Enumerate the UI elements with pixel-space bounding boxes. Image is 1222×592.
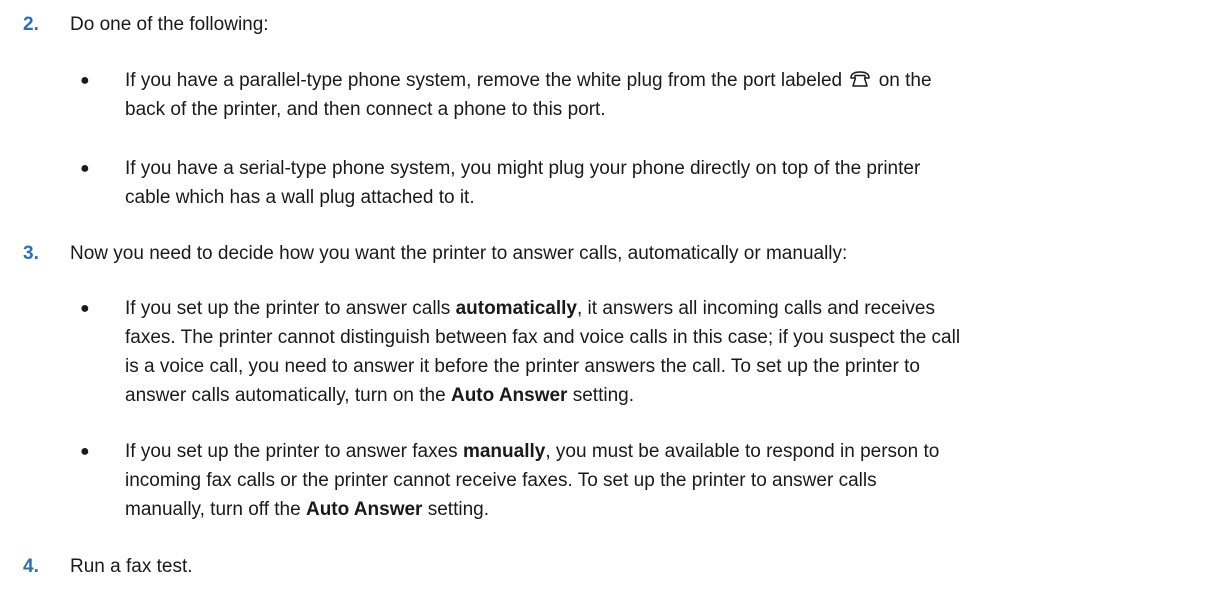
- step-text: Now you need to decide how you want the …: [70, 243, 848, 264]
- bullet-text-segment: If you set up the printer to answer faxe…: [125, 441, 458, 462]
- bullet-line: If you have a parallel-type phone system…: [125, 66, 1205, 95]
- bullet-text-segment: If you have a parallel-type phone system…: [125, 70, 843, 91]
- step-number: 3.: [23, 243, 39, 264]
- bullet-text-segment: If you set up the printer to answer call…: [125, 298, 451, 319]
- step-text: Run a fax test.: [70, 556, 193, 577]
- bullet-icon: ●: [80, 72, 90, 89]
- bullet-text-segment: answer calls automatically, turn on the: [125, 385, 446, 406]
- emphasis-manually: manually: [462, 441, 546, 462]
- bullet-text-segment: setting.: [427, 499, 489, 520]
- setting-name-auto-answer: Auto Answer: [305, 499, 423, 520]
- bullet-line: is a voice call, you need to answer it b…: [125, 356, 920, 377]
- bullet-line: back of the printer, and then connect a …: [125, 99, 606, 120]
- bullet-text-segment: setting.: [572, 385, 634, 406]
- bullet-icon: ●: [80, 160, 90, 177]
- bullet-line: faxes. The printer cannot distinguish be…: [125, 327, 961, 348]
- bullet-line: If you set up the printer to answer call…: [125, 294, 1205, 323]
- bullet-line: cable which has a wall plug attached to …: [125, 187, 475, 208]
- step-text: Do one of the following:: [70, 14, 269, 35]
- bullet-text-segment: manually, turn off the: [125, 499, 301, 520]
- telephone-icon: [850, 71, 871, 87]
- bullet-line: answer calls automatically, turn on the …: [125, 381, 1205, 410]
- step-number: 4.: [23, 556, 39, 577]
- setting-name-auto-answer: Auto Answer: [450, 385, 568, 406]
- bullet-line: manually, turn off the Auto Answer setti…: [125, 495, 1205, 524]
- bullet-icon: ●: [80, 443, 90, 460]
- bullet-line: incoming fax calls or the printer cannot…: [125, 470, 877, 491]
- step-number: 2.: [23, 14, 39, 35]
- bullet-icon: ●: [80, 300, 90, 317]
- emphasis-automatically: automatically: [455, 298, 577, 319]
- bullet-line: If you have a serial-type phone system, …: [125, 158, 921, 179]
- bullet-line: If you set up the printer to answer faxe…: [125, 437, 1205, 466]
- bullet-text-segment: , you must be available to respond in pe…: [545, 441, 940, 462]
- bullet-text-segment: , it answers all incoming calls and rece…: [577, 298, 935, 319]
- bullet-text-segment: on the: [878, 70, 932, 91]
